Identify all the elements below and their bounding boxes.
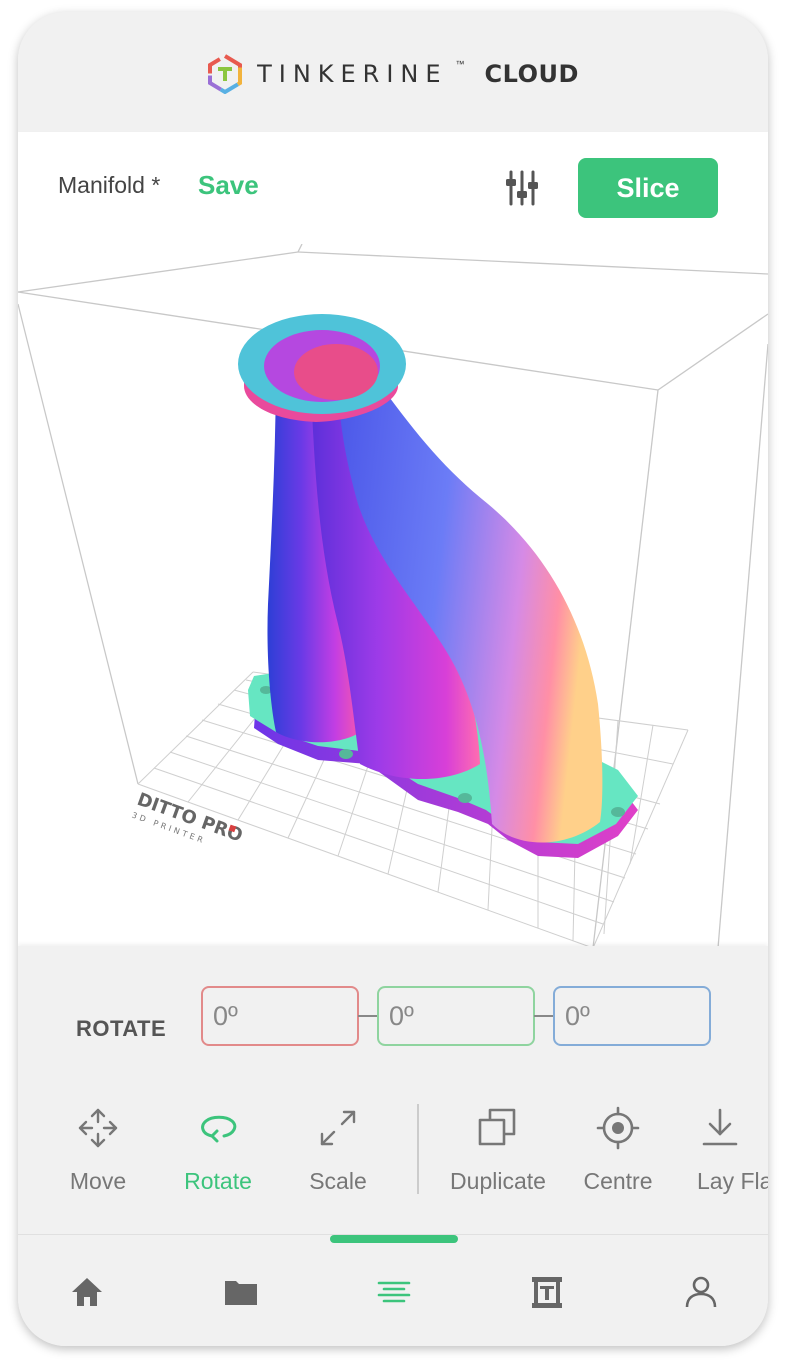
brand-header: TINKERINE ™ CLOUD xyxy=(18,12,768,132)
crosshair-icon xyxy=(596,1106,640,1150)
build-volume-scene: DITTO PRO 3D PRINTER xyxy=(18,244,768,948)
tool-lay-flat[interactable]: Lay Flat xyxy=(678,1106,768,1206)
tab-editor[interactable] xyxy=(375,1273,415,1313)
download-icon xyxy=(702,1108,738,1146)
rotate-x-input[interactable] xyxy=(201,986,359,1046)
scale-icon xyxy=(320,1110,356,1146)
tab-account[interactable] xyxy=(682,1273,722,1313)
axis-connector xyxy=(534,1015,553,1017)
tinkerine-logo-icon xyxy=(208,54,243,94)
rotate-label: ROTATE xyxy=(76,1016,167,1041)
slice-button[interactable]: Slice xyxy=(578,158,718,218)
brand-trademark: ™ xyxy=(455,59,465,69)
app-frame: TINKERINE ™ CLOUD Manifold * Save Slice xyxy=(18,12,768,1346)
tool-label: Scale xyxy=(309,1168,367,1194)
tool-label: Lay Flat xyxy=(697,1168,768,1194)
folder-icon xyxy=(225,1281,257,1305)
duplicate-icon xyxy=(478,1108,516,1146)
file-toolbar: Manifold * Save Slice xyxy=(18,132,768,244)
align-center-icon xyxy=(377,1281,411,1303)
axis-connector xyxy=(358,1015,377,1017)
printer-plate-logo: DITTO PRO 3D PRINTER xyxy=(131,789,246,847)
brand-name: TINKERINE xyxy=(257,60,448,88)
tool-scale[interactable]: Scale xyxy=(278,1106,398,1206)
home-icon xyxy=(72,1278,102,1306)
tab-files[interactable] xyxy=(222,1273,262,1313)
save-button[interactable]: Save xyxy=(198,170,259,201)
tool-centre[interactable]: Centre xyxy=(558,1106,678,1206)
rotate-y-input[interactable] xyxy=(377,986,535,1046)
tab-home[interactable] xyxy=(68,1273,108,1313)
printer-icon xyxy=(532,1277,562,1308)
rotate-icon xyxy=(201,1115,237,1143)
user-icon xyxy=(685,1276,717,1308)
tab-printer[interactable] xyxy=(528,1273,568,1313)
rotate-z-input[interactable] xyxy=(553,986,711,1046)
file-name: Manifold * xyxy=(58,172,161,198)
brand-product: CLOUD xyxy=(484,60,579,88)
model-viewport[interactable]: DITTO PRO 3D PRINTER xyxy=(18,244,768,948)
bottom-tab-bar xyxy=(18,1234,768,1346)
tool-label: Centre xyxy=(583,1168,653,1194)
sliders-icon[interactable] xyxy=(504,168,540,208)
active-tab-indicator xyxy=(330,1235,458,1243)
move-arrows-icon xyxy=(78,1108,118,1148)
transform-panel: ROTATE Move Rotat xyxy=(18,946,768,1234)
manifold-pipes xyxy=(238,314,603,843)
brand-logo-group: TINKERINE ™ CLOUD xyxy=(207,54,579,94)
